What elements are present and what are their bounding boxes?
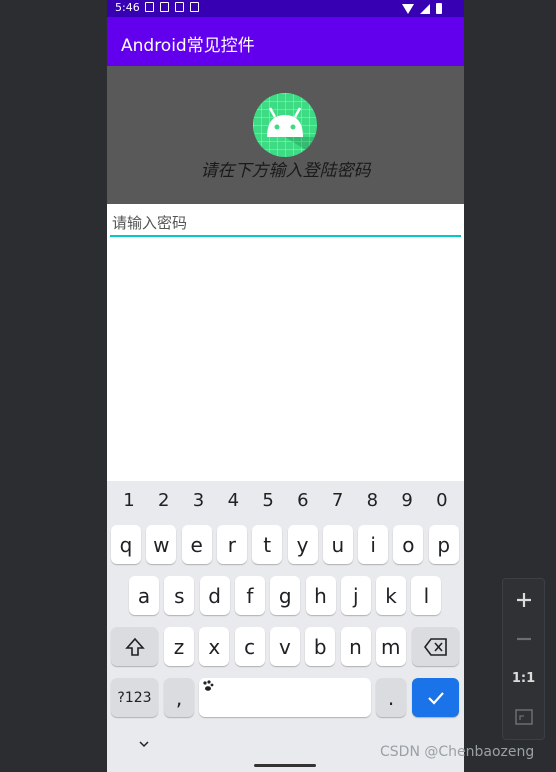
letter-key[interactable]: k xyxy=(376,576,407,615)
letter-key[interactable]: p xyxy=(428,525,459,564)
banner-prompt: 请在下方输入登陆密码 xyxy=(200,161,371,181)
status-bar: 5:46 xyxy=(107,0,464,17)
number-key[interactable]: 9 xyxy=(391,490,423,511)
number-key[interactable]: 2 xyxy=(148,490,180,511)
number-key[interactable]: 4 xyxy=(217,490,249,511)
android-logo-icon xyxy=(253,93,317,157)
letter-key[interactable]: g xyxy=(270,576,301,615)
shift-key[interactable] xyxy=(111,627,158,666)
number-key[interactable]: 1 xyxy=(113,490,145,511)
letter-key[interactable]: o xyxy=(393,525,424,564)
letter-key[interactable]: l xyxy=(411,576,442,615)
letter-key[interactable]: i xyxy=(358,525,389,564)
period-key[interactable]: . xyxy=(376,678,406,717)
number-key[interactable]: 8 xyxy=(356,490,388,511)
cast-icon xyxy=(160,2,169,12)
phone-screen: 5:46 Android常见控件 请在下方输入登陆密码 1 2 3 4 5 6 … xyxy=(107,0,464,772)
wifi-icon xyxy=(402,3,414,14)
sd-card-icon xyxy=(190,2,199,12)
settings-icon xyxy=(175,2,184,12)
letter-key[interactable]: v xyxy=(269,627,300,666)
number-key[interactable]: 3 xyxy=(183,490,215,511)
number-key[interactable]: 7 xyxy=(322,490,354,511)
backspace-key[interactable] xyxy=(412,627,459,666)
enter-key[interactable] xyxy=(412,678,459,717)
status-time: 5:46 xyxy=(115,1,140,14)
minus-icon xyxy=(516,637,531,641)
battery-icon xyxy=(436,3,442,14)
letter-key[interactable]: y xyxy=(287,525,318,564)
letter-key[interactable]: b xyxy=(305,627,336,666)
home-pill[interactable] xyxy=(254,764,316,767)
zoom-out-button[interactable] xyxy=(503,621,544,657)
chevron-down-icon[interactable] xyxy=(139,739,149,749)
letter-key[interactable]: u xyxy=(322,525,353,564)
letter-key[interactable]: w xyxy=(146,525,177,564)
soft-keyboard: 1234567890 ?123 , . q w e r t y u i o p … xyxy=(107,481,464,772)
letter-key[interactable]: j xyxy=(340,576,371,615)
fit-screen-icon xyxy=(514,709,533,725)
actual-size-button[interactable]: 1:1 xyxy=(503,660,544,696)
watermark: CSDN @Chenbaozeng xyxy=(380,744,535,760)
letter-key[interactable]: e xyxy=(181,525,212,564)
plus-icon xyxy=(516,593,531,607)
app-bar: Android常见控件 xyxy=(107,17,464,66)
backspace-icon xyxy=(423,637,447,656)
letter-key[interactable]: f xyxy=(234,576,265,615)
letter-key[interactable]: d xyxy=(199,576,230,615)
emulator-zoom-panel: 1:1 xyxy=(502,578,545,740)
shift-icon xyxy=(124,637,145,656)
comma-key[interactable]: , xyxy=(164,678,194,717)
number-key[interactable]: 5 xyxy=(252,490,284,511)
letter-key[interactable]: h xyxy=(305,576,336,615)
number-row: 1234567890 xyxy=(107,490,464,511)
password-input[interactable] xyxy=(110,211,461,237)
letter-key[interactable]: r xyxy=(216,525,247,564)
letter-key[interactable]: c xyxy=(234,627,265,666)
symbols-key[interactable]: ?123 xyxy=(111,678,158,717)
banner: 请在下方输入登陆密码 xyxy=(107,66,464,204)
letter-key[interactable]: q xyxy=(111,525,141,564)
fit-screen-button[interactable] xyxy=(503,699,544,735)
app-title: Android常见控件 xyxy=(121,36,255,56)
paw-icon xyxy=(203,680,214,691)
notification-icon xyxy=(145,2,154,12)
letter-key[interactable]: a xyxy=(129,576,159,615)
number-key[interactable]: 0 xyxy=(426,490,458,511)
number-key[interactable]: 6 xyxy=(287,490,319,511)
letter-key[interactable]: z xyxy=(164,627,194,666)
check-icon xyxy=(427,691,444,705)
letter-key[interactable]: t xyxy=(252,525,283,564)
letter-key[interactable]: m xyxy=(375,627,406,666)
space-key[interactable] xyxy=(199,678,371,717)
letter-key[interactable]: n xyxy=(340,627,371,666)
signal-icon xyxy=(420,3,430,14)
letter-key[interactable]: x xyxy=(199,627,230,666)
zoom-in-button[interactable] xyxy=(503,582,544,618)
letter-key[interactable]: s xyxy=(164,576,195,615)
